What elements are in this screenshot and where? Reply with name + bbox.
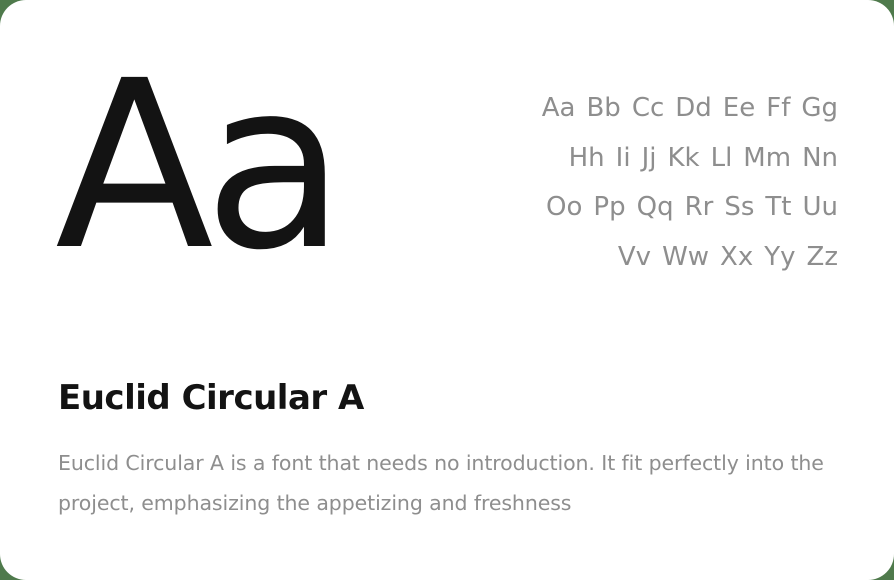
alphabet-row: Oo Pp Qq Rr Ss Tt Uu	[531, 183, 838, 233]
alphabet-letter-pair: Ll	[710, 142, 733, 173]
alphabet-letter-pair: Cc	[631, 93, 665, 123]
alphabet-letter-pair: Ww	[662, 241, 710, 272]
alphabet-letter-pair: Qq	[636, 192, 674, 222]
font-specimen-card: Aa Aa Bb Cc Dd Ee Ff Gg Hh Ii Jj Kk Ll Mm Nn Oo Pp Qq Rr S…	[0, 0, 894, 580]
alphabet-letter-pair: Dd	[675, 93, 712, 123]
specimen-glyph: Aa	[55, 31, 346, 301]
alphabet-letter-pair: Zz	[806, 241, 838, 272]
alphabet-letter-pair: Ee	[722, 93, 756, 123]
alphabet-letter-pair: Pp	[593, 192, 626, 222]
alphabet-row: Vv Ww Xx Yy Zz	[531, 233, 838, 283]
alphabet-letter-pair: Xx	[720, 241, 754, 272]
alphabet-letter-pair: Bb	[586, 93, 621, 123]
alphabet-letter-pair: Kk	[667, 142, 700, 173]
alphabet-letter-pair: Tt	[765, 192, 792, 222]
alphabet-letter-pair: Ff	[766, 93, 791, 123]
alphabet-letter-pair: Nn	[802, 142, 838, 173]
alphabet-letter-pair: Gg	[801, 93, 838, 123]
alphabet-letter-pair: Uu	[802, 192, 838, 222]
font-description: Euclid Circular A is a font that needs n…	[58, 451, 824, 515]
alphabet-grid: Aa Bb Cc Dd Ee Ff Gg Hh Ii Jj Kk Ll Mm Nn Oo Pp Qq Rr Ss Tt…	[531, 84, 838, 282]
alphabet-row: Hh Ii Jj Kk Ll Mm Nn	[531, 134, 838, 184]
alphabet-letter-pair: Ii	[615, 142, 631, 173]
alphabet-letter-pair: Jj	[641, 142, 657, 173]
alphabet-letter-pair: Hh	[568, 142, 605, 173]
alphabet-letter-pair: Mm	[743, 142, 792, 173]
alphabet-letter-pair: Vv	[617, 241, 652, 272]
alphabet-letter-pair: Yy	[764, 241, 796, 272]
font-name-heading: Euclid Circular A	[58, 378, 364, 418]
alphabet-letter-pair: Oo	[546, 192, 583, 222]
alphabet-letter-pair: Rr	[684, 192, 714, 222]
alphabet-row: Aa Bb Cc Dd Ee Ff Gg	[531, 84, 838, 134]
alphabet-letter-pair: Ss	[724, 192, 755, 222]
alphabet-letter-pair: Aa	[541, 93, 576, 123]
